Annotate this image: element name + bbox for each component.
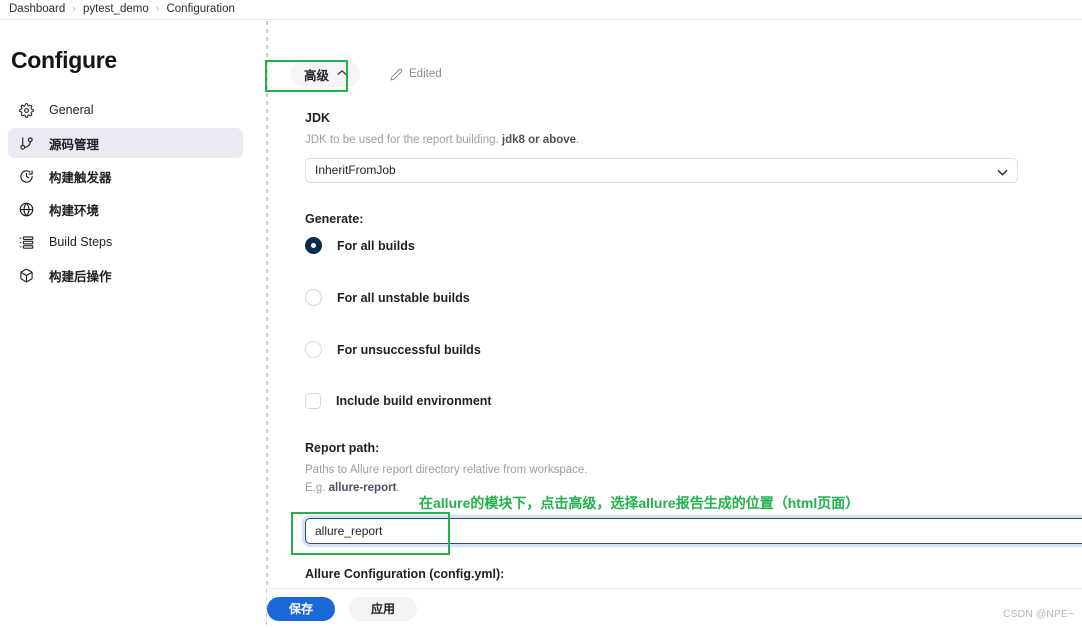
breadcrumb: Dashboard › pytest_demo › Configuration (0, 0, 1082, 20)
jdk-select-wrap (305, 157, 1018, 183)
sidebar-item-label: 构建环境 (49, 203, 100, 218)
action-bar: 保存 应用 (267, 588, 1082, 628)
report-path-eg-bold: allure-report (328, 482, 397, 495)
radio-label: For all unstable builds (337, 290, 470, 305)
checkbox-indicator (305, 392, 321, 409)
radio-for-all-unstable-builds[interactable]: For all unstable builds (305, 289, 1065, 307)
advanced-form: JDK JDK to be used for the report buildi… (305, 111, 1065, 497)
radio-indicator (305, 289, 322, 307)
list-steps-icon (14, 232, 38, 252)
checkbox-label: Include build environment (336, 393, 492, 408)
clock-icon (14, 166, 38, 186)
generate-section: Generate: For all builds For all unstabl… (305, 212, 1065, 359)
sidebar-item-label: 源码管理 (49, 137, 100, 152)
sidebar-nav: General 源码管理 构建触发器 构建环境 Build Steps 构建后操… (0, 95, 267, 293)
tab-row: 高级 Edited (291, 61, 442, 87)
jdk-desc-bold: jdk8 or above (501, 134, 577, 146)
sidebar-item-post-build-actions[interactable]: 构建后操作 (8, 260, 243, 290)
sidebar-item-label: Build Steps (49, 235, 113, 249)
globe-icon (14, 199, 38, 219)
report-path-description-1: Paths to Allure report directory relativ… (305, 463, 588, 476)
panel-divider-dotted (266, 21, 268, 628)
checkbox-include-build-environment[interactable]: Include build environment (305, 392, 1065, 409)
sidebar: Configure General 源码管理 构建触发器 构建环境 Build … (0, 21, 267, 628)
sidebar-item-source-code-management[interactable]: 源码管理 (8, 128, 243, 158)
sidebar-item-label: 构建触发器 (49, 170, 112, 185)
radio-indicator (305, 341, 322, 359)
report-path-section: Report path: Paths to Allure report dire… (305, 441, 1065, 497)
report-path-label: Report path: (305, 440, 380, 455)
breadcrumb-item-configuration[interactable]: Configuration (161, 0, 239, 19)
breadcrumb-separator-icon: › (155, 3, 160, 15)
radio-for-unsuccessful-builds[interactable]: For unsuccessful builds (305, 341, 1065, 359)
advanced-toggle-button[interactable]: 高级 (291, 61, 361, 87)
jdk-select[interactable] (305, 157, 1018, 183)
chevron-up-icon (337, 69, 347, 79)
main-content: 高级 Edited JDK JDK to be used for the rep… (267, 21, 1082, 628)
gear-icon (14, 100, 38, 120)
jdk-section: JDK JDK to be used for the report buildi… (305, 111, 1065, 183)
package-icon (14, 265, 38, 285)
generate-label: Generate: (305, 211, 364, 226)
footer-watermark: CSDN @NPE~ (1002, 608, 1074, 620)
pencil-icon (390, 68, 403, 81)
git-branch-icon (14, 133, 38, 153)
apply-button[interactable]: 应用 (349, 596, 418, 621)
radio-label: For unsuccessful builds (337, 342, 481, 357)
allure-configuration-label: Allure Configuration (config.yml): (305, 567, 505, 581)
sidebar-item-label: General (49, 103, 94, 117)
breadcrumb-item-dashboard[interactable]: Dashboard (4, 0, 70, 19)
radio-for-all-builds[interactable]: For all builds (305, 237, 1065, 255)
jdk-desc-prefix: JDK to be used for the report building. (305, 134, 502, 146)
save-button[interactable]: 保存 (267, 596, 336, 621)
jdk-description: JDK to be used for the report building. … (305, 132, 1065, 149)
breadcrumb-item-project[interactable]: pytest_demo (78, 0, 154, 19)
page-title: Configure (11, 47, 117, 73)
radio-indicator (305, 237, 322, 255)
app-window: 周益 4033 周益 4033 周益 4033 周益 4033 周益 4033 … (0, 0, 1082, 628)
report-path-input[interactable] (305, 518, 1082, 544)
radio-label: For all builds (337, 238, 415, 253)
report-path-eg-prefix: E.g. (305, 482, 329, 495)
edited-label: Edited (409, 68, 442, 80)
report-path-input-wrap (305, 518, 1082, 544)
sidebar-item-build-environment[interactable]: 构建环境 (8, 194, 243, 224)
breadcrumb-separator-icon: › (72, 3, 76, 15)
jdk-label: JDK (305, 111, 331, 125)
annotation-text: 在allure的模块下，点击高级，选择allure报告生成的位置（html页面） (419, 495, 860, 511)
edited-status: Edited (390, 68, 442, 81)
sidebar-item-build-triggers[interactable]: 构建触发器 (8, 161, 243, 191)
sidebar-item-label: 构建后操作 (49, 269, 112, 284)
sidebar-item-build-steps[interactable]: Build Steps (8, 227, 243, 257)
jdk-desc-suffix: . (576, 134, 580, 146)
advanced-toggle-label: 高级 (304, 68, 330, 83)
sidebar-item-general[interactable]: General (8, 95, 243, 125)
report-path-eg-suffix: . (396, 482, 400, 495)
